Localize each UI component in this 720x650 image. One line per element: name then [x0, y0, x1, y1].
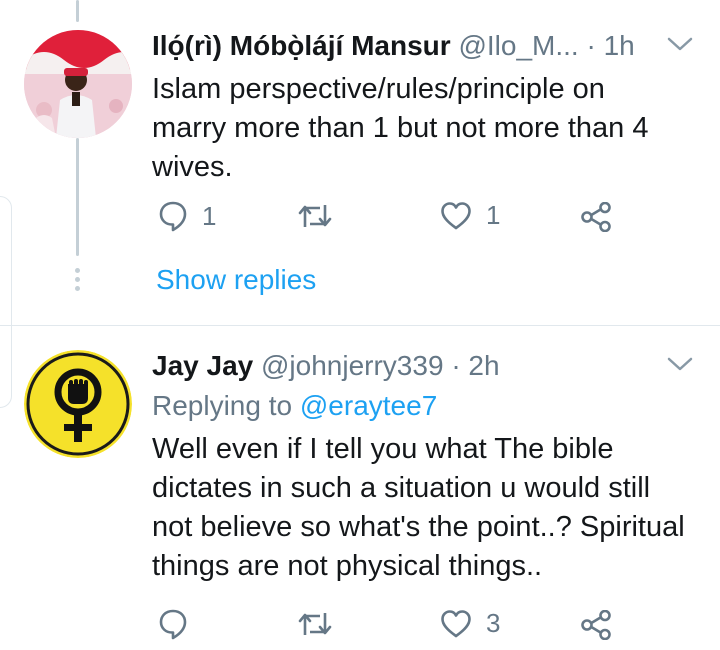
heart-icon: [441, 609, 471, 637]
like-button[interactable]: 1: [440, 200, 500, 231]
meta-separator: ·: [586, 30, 596, 61]
author-name[interactable]: Jay Jay: [152, 350, 253, 381]
like-button[interactable]: 3: [440, 608, 500, 639]
retweet-button[interactable]: [298, 202, 346, 230]
avatar[interactable]: [24, 30, 132, 138]
reply-icon: [159, 609, 187, 640]
replying-prefix: Replying to: [152, 390, 300, 421]
tweet-header: Jay Jay @johnjerry339 · 2h: [152, 350, 500, 382]
share-icon: [581, 610, 611, 640]
author-handle[interactable]: @Ilo_M...: [458, 30, 578, 61]
chevron-down-icon[interactable]: [666, 354, 694, 374]
tweet-text: Islam perspective/rules/principle on mar…: [152, 73, 649, 183]
reply-icon: [159, 201, 187, 232]
tweet-time[interactable]: 1h: [604, 30, 635, 61]
replying-handle-link[interactable]: @eraytee7: [300, 390, 437, 421]
like-count: 1: [486, 200, 501, 230]
retweet-icon: [298, 613, 332, 635]
avatar[interactable]: [24, 350, 132, 458]
like-count: 3: [486, 608, 501, 638]
tweet-1[interactable]: Ilọ́(rì) Móbọ̀lájí Mansur @Ilo_M... · 1h…: [0, 0, 720, 325]
retweet-icon: [298, 205, 332, 227]
tweet-2[interactable]: Jay Jay @johnjerry339 · 2h Replying to @…: [0, 326, 720, 650]
tweet-header: Ilọ́(rì) Móbọ̀lájí Mansur @Ilo_M... · 1h: [152, 30, 635, 62]
reply-count: 1: [202, 200, 217, 231]
author-name[interactable]: Ilọ́(rì) Móbọ̀lájí Mansur: [152, 30, 451, 61]
tweet-text: Well even if I tell you what The bible d…: [152, 433, 685, 582]
reply-button[interactable]: [158, 608, 202, 640]
retweet-button[interactable]: [298, 610, 346, 638]
meta-separator: ·: [451, 350, 461, 381]
share-button[interactable]: [580, 610, 612, 640]
author-handle[interactable]: @johnjerry339: [261, 350, 444, 381]
share-button[interactable]: [580, 202, 612, 232]
tweet-time[interactable]: 2h: [468, 350, 499, 381]
share-icon: [581, 202, 611, 232]
reply-button[interactable]: 1: [158, 200, 216, 232]
replying-to: Replying to @eraytee7: [152, 390, 437, 422]
chevron-down-icon[interactable]: [666, 34, 694, 54]
show-replies-link[interactable]: Show replies: [156, 264, 316, 296]
heart-icon: [441, 201, 471, 229]
